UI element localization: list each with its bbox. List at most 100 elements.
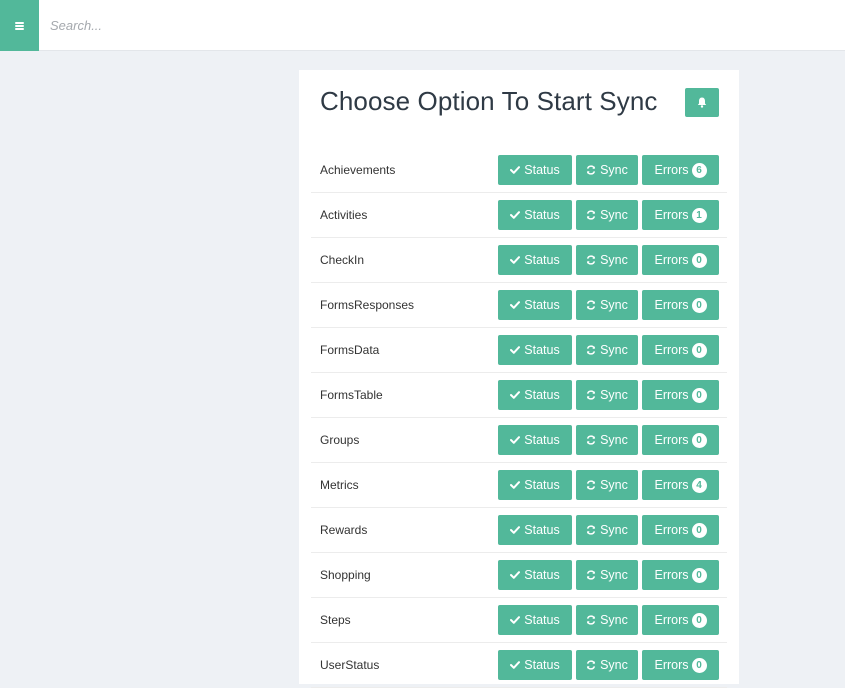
errors-button[interactable]: Errors 1 [642,200,719,230]
errors-button[interactable]: Errors 0 [642,560,719,590]
sync-label: Sync [600,298,628,312]
row-actions: Status Sync Errors 0 [498,515,719,545]
status-label: Status [524,298,560,312]
sync-label: Sync [600,523,628,537]
sync-button[interactable]: Sync [576,200,638,230]
row-actions: Status Sync Errors 0 [498,650,719,680]
error-count-badge: 6 [691,162,707,178]
errors-button[interactable]: Errors 0 [642,515,719,545]
sync-list: Achievements Status Sync Errors 6 Activi… [311,148,727,688]
status-button[interactable]: Status [498,290,572,320]
row-actions: Status Sync Errors 0 [498,380,719,410]
errors-button[interactable]: Errors 6 [642,155,719,185]
error-count-badge: 0 [691,612,707,628]
errors-button[interactable]: Errors 0 [642,605,719,635]
sync-button[interactable]: Sync [576,380,638,410]
sync-button[interactable]: Sync [576,290,638,320]
sync-label: Sync [600,568,628,582]
row-label: FormsTable [320,388,383,402]
errors-label: Errors [654,658,689,672]
row-actions: Status Sync Errors 0 [498,245,719,275]
list-item: Metrics Status Sync Errors 4 [311,463,727,508]
refresh-icon [586,615,596,625]
list-item: UserStatus Status Sync Errors 0 [311,643,727,688]
sync-label: Sync [600,478,628,492]
sync-button[interactable]: Sync [576,605,638,635]
menu-button[interactable] [0,0,39,51]
errors-button[interactable]: Errors 4 [642,470,719,500]
hamburger-icon [15,21,24,30]
status-button[interactable]: Status [498,605,572,635]
errors-button[interactable]: Errors 0 [642,650,719,680]
errors-label: Errors [654,253,689,267]
check-icon [510,211,521,219]
top-bar [0,0,845,51]
list-item: FormsResponses Status Sync Errors 0 [311,283,727,328]
sync-button[interactable]: Sync [576,515,638,545]
check-icon [510,616,521,624]
list-item: FormsData Status Sync Errors 0 [311,328,727,373]
bell-icon [697,97,707,108]
refresh-icon [586,390,596,400]
status-button[interactable]: Status [498,560,572,590]
sync-label: Sync [600,388,628,402]
check-icon [510,346,521,354]
refresh-icon [586,255,596,265]
errors-label: Errors [654,208,689,222]
refresh-icon [586,300,596,310]
row-label: Achievements [320,163,396,177]
status-label: Status [524,253,560,267]
list-item: CheckIn Status Sync Errors 0 [311,238,727,283]
status-button[interactable]: Status [498,470,572,500]
errors-label: Errors [654,568,689,582]
errors-button[interactable]: Errors 0 [642,290,719,320]
errors-button[interactable]: Errors 0 [642,335,719,365]
search-input[interactable] [39,0,845,51]
status-button[interactable]: Status [498,200,572,230]
row-label: Metrics [320,478,359,492]
error-count-badge: 0 [691,567,707,583]
errors-button[interactable]: Errors 0 [642,425,719,455]
check-icon [510,661,521,669]
sync-button[interactable]: Sync [576,425,638,455]
row-label: Rewards [320,523,368,537]
sync-label: Sync [600,343,628,357]
sync-button[interactable]: Sync [576,560,638,590]
status-button[interactable]: Status [498,155,572,185]
status-button[interactable]: Status [498,425,572,455]
status-label: Status [524,568,560,582]
sync-button[interactable]: Sync [576,155,638,185]
notifications-button[interactable] [685,88,719,117]
row-actions: Status Sync Errors 0 [498,425,719,455]
errors-label: Errors [654,433,689,447]
error-count-badge: 4 [691,477,707,493]
row-actions: Status Sync Errors 0 [498,290,719,320]
check-icon [510,166,521,174]
refresh-icon [586,345,596,355]
refresh-icon [586,480,596,490]
errors-button[interactable]: Errors 0 [642,380,719,410]
status-button[interactable]: Status [498,515,572,545]
sync-button[interactable]: Sync [576,335,638,365]
list-item: Groups Status Sync Errors 0 [311,418,727,463]
row-label: FormsResponses [320,298,415,312]
errors-label: Errors [654,163,689,177]
status-button[interactable]: Status [498,335,572,365]
row-label: Steps [320,613,351,627]
row-actions: Status Sync Errors 6 [498,155,719,185]
row-label: Shopping [320,568,371,582]
error-count-badge: 0 [691,522,707,538]
row-actions: Status Sync Errors 0 [498,605,719,635]
errors-button[interactable]: Errors 0 [642,245,719,275]
sync-button[interactable]: Sync [576,245,638,275]
sync-button[interactable]: Sync [576,470,638,500]
status-button[interactable]: Status [498,650,572,680]
status-button[interactable]: Status [498,380,572,410]
error-count-badge: 0 [691,387,707,403]
sync-button[interactable]: Sync [576,650,638,680]
error-count-badge: 0 [691,252,707,268]
refresh-icon [586,435,596,445]
status-button[interactable]: Status [498,245,572,275]
row-actions: Status Sync Errors 1 [498,200,719,230]
status-label: Status [524,208,560,222]
